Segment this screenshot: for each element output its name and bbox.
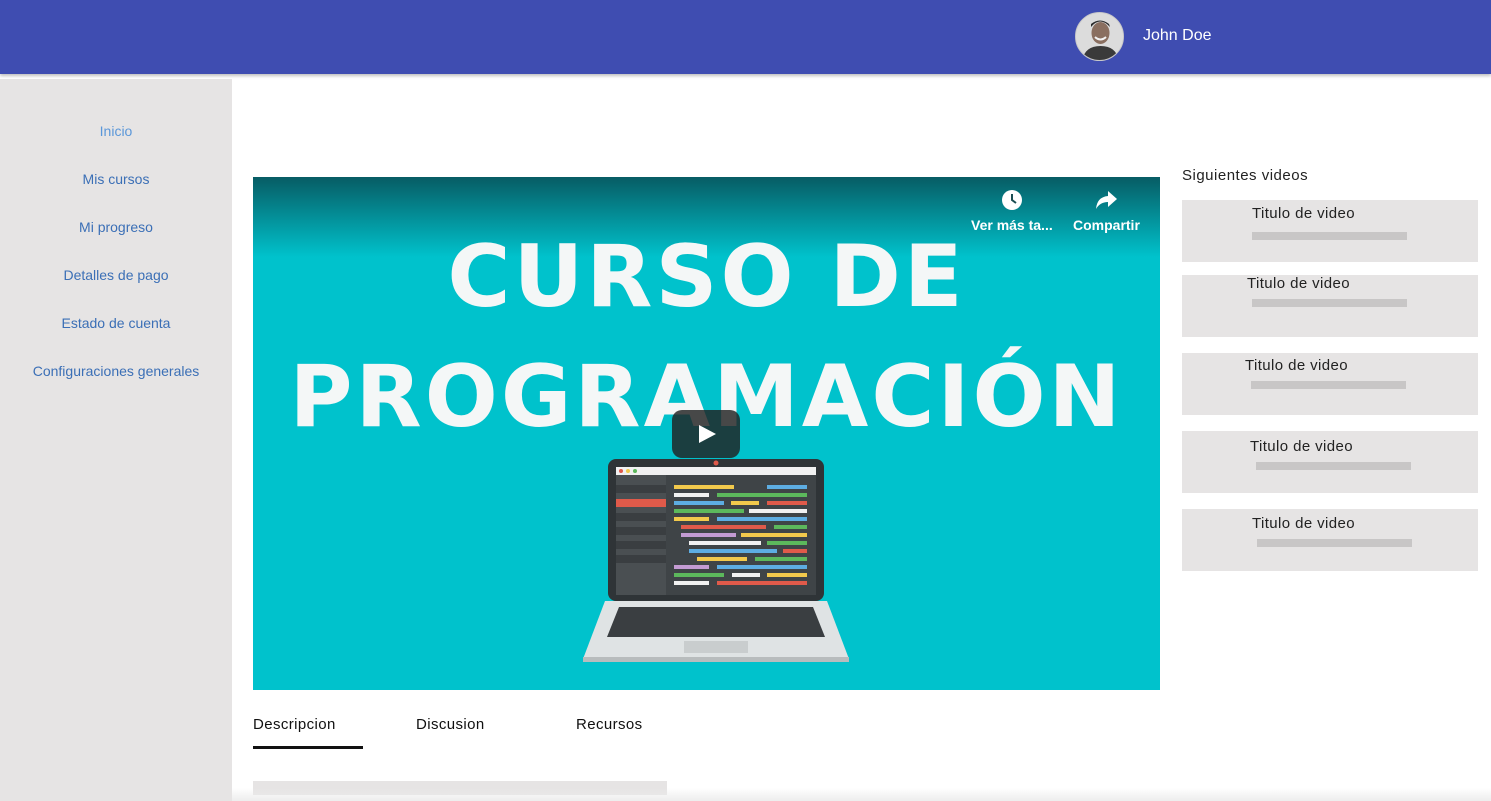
next-video-placeholder-bar — [1256, 462, 1411, 470]
watch-later-button[interactable]: Ver más ta... — [971, 189, 1053, 233]
next-video-card[interactable]: Titulo de video — [1182, 353, 1478, 415]
watch-later-label: Ver más ta... — [971, 217, 1053, 233]
active-tab-indicator — [253, 746, 363, 749]
next-video-card[interactable]: Titulo de video — [1182, 275, 1478, 337]
next-video-card[interactable]: Titulo de video — [1182, 509, 1478, 571]
user-avatar-icon — [1076, 13, 1123, 60]
next-video-placeholder-bar — [1251, 381, 1406, 389]
next-video-title: Titulo de video — [1250, 438, 1354, 455]
sidebar-item-detalles-de-pago[interactable]: Detalles de pago — [0, 267, 232, 283]
video-player[interactable]: CURSO DE PROGRAMACIÓN Ver más ta... Comp… — [253, 177, 1160, 690]
video-title-line1: CURSO DE — [447, 227, 966, 327]
next-video-card[interactable]: Titulo de video — [1182, 200, 1478, 262]
next-videos-heading: Siguientes videos — [1182, 167, 1309, 184]
top-header: John Doe — [0, 0, 1491, 74]
sidebar: Inicio Mis cursos Mi progreso Detalles d… — [0, 79, 232, 801]
clock-icon — [1001, 190, 1022, 210]
sidebar-item-configuraciones-generales[interactable]: Configuraciones generales — [0, 363, 232, 379]
user-avatar[interactable] — [1075, 12, 1124, 61]
next-video-title: Titulo de video — [1252, 515, 1356, 532]
next-video-title: Titulo de video — [1252, 205, 1356, 222]
next-video-title: Titulo de video — [1247, 275, 1351, 292]
next-video-placeholder-bar — [1252, 299, 1407, 307]
tab-descripcion[interactable]: Descripcion — [253, 716, 336, 733]
sidebar-item-mis-cursos[interactable]: Mis cursos — [0, 171, 232, 187]
next-video-title: Titulo de video — [1245, 357, 1349, 374]
next-video-card[interactable]: Titulo de video — [1182, 431, 1478, 493]
laptop-illustration — [583, 459, 849, 662]
next-video-placeholder-bar — [1257, 539, 1412, 547]
share-button[interactable]: Compartir — [1073, 189, 1140, 233]
share-label: Compartir — [1073, 217, 1140, 233]
share-icon — [1096, 191, 1118, 209]
user-name[interactable]: John Doe — [1143, 27, 1212, 45]
sidebar-item-mi-progreso[interactable]: Mi progreso — [0, 219, 232, 235]
next-video-placeholder-bar — [1252, 232, 1407, 240]
tab-recursos[interactable]: Recursos — [576, 716, 643, 733]
bottom-fade — [232, 788, 1491, 801]
tab-discusion[interactable]: Discusion — [416, 716, 485, 733]
sidebar-item-estado-de-cuenta[interactable]: Estado de cuenta — [0, 315, 232, 331]
sidebar-item-inicio[interactable]: Inicio — [0, 123, 232, 139]
play-button[interactable] — [672, 410, 740, 458]
